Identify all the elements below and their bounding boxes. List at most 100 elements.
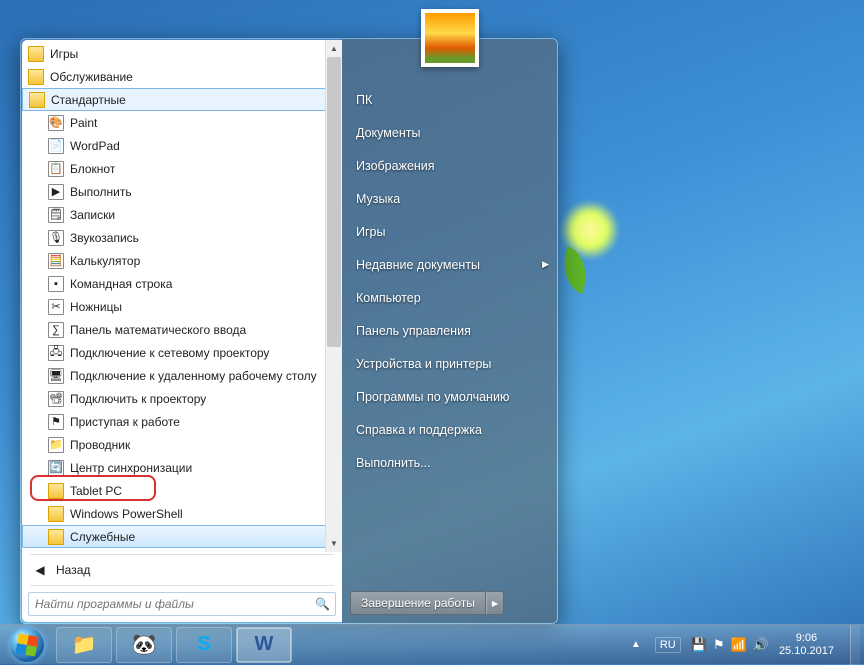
program-label: Подключение к удаленному рабочему столу	[70, 369, 317, 383]
search-input[interactable]	[29, 597, 315, 611]
program-item[interactable]: ▶ Выполнить	[22, 180, 342, 203]
program-label: WordPad	[70, 139, 120, 153]
tray-show-hidden-icon[interactable]: ▲	[627, 637, 645, 652]
program-item[interactable]: 📋 Блокнот	[22, 157, 342, 180]
folder-icon	[48, 552, 64, 553]
app-icon: 🔄	[48, 460, 64, 476]
back-button[interactable]: ◀ Назад	[22, 557, 342, 583]
all-programs-list[interactable]: Игры Обслуживание Стандартные 🎨Paint 📄 WordPa…	[22, 40, 342, 552]
program-item[interactable]: 🗒Записки	[22, 203, 342, 226]
shutdown-options-arrow[interactable]: ▶	[486, 591, 504, 615]
program-label: Звукозапись	[70, 231, 139, 245]
program-label: Приступая к работе	[70, 415, 180, 429]
user-picture-frame[interactable]	[421, 9, 479, 67]
taskbar-explorer[interactable]: 📁	[56, 627, 112, 663]
system-tray: ▲ RU 💾 ⚑ 📶 🔊 9:06 25.10.2017	[627, 625, 864, 665]
right-pane-label: Недавние документы	[356, 258, 480, 272]
flag-icon[interactable]: ⚑	[713, 637, 725, 653]
shutdown-area: Завершение работы ▶	[342, 585, 557, 623]
program-folder[interactable]: Игры	[22, 42, 342, 65]
right-pane-item[interactable]: Панель управления	[342, 314, 557, 347]
user-picture	[425, 13, 475, 63]
program-item[interactable]: 📄 WordPad	[22, 134, 342, 157]
program-label: Стандартные	[51, 93, 126, 107]
program-label: Подключить к проектору	[70, 392, 206, 406]
right-pane-label: Выполнить...	[356, 456, 431, 470]
taskbar-skype[interactable]: S	[176, 627, 232, 663]
program-label: Блокнот	[70, 162, 115, 176]
right-pane-label: Игры	[356, 225, 385, 239]
right-pane-label: Справка и поддержка	[356, 423, 482, 437]
program-item[interactable]: ∑Панель математического ввода	[22, 318, 342, 341]
program-folder[interactable]: Обслуживание	[22, 65, 342, 88]
show-desktop-button[interactable]	[850, 625, 860, 665]
program-label: Центр синхронизации	[70, 461, 192, 475]
program-label: Tablet PC	[70, 484, 122, 498]
program-item[interactable]: 🖥Подключение к удаленному рабочему столу	[22, 364, 342, 387]
right-pane-item[interactable]: Игры	[342, 215, 557, 248]
program-item[interactable]: 📁Проводник	[22, 433, 342, 456]
program-folder[interactable]: Специальные возможности	[22, 548, 342, 552]
folder-icon	[48, 483, 64, 499]
start-button[interactable]	[4, 628, 50, 662]
taskbar-word[interactable]: W	[236, 627, 292, 663]
program-item[interactable]: 🧮Калькулятор	[22, 249, 342, 272]
scroll-thumb[interactable]	[327, 57, 341, 347]
program-item[interactable]: ▪Командная строка	[22, 272, 342, 295]
right-pane-item[interactable]: Программы по умолчанию	[342, 380, 557, 413]
program-label: Подключение к сетевому проектору	[70, 346, 269, 360]
program-item[interactable]: 🎙Звукозапись	[22, 226, 342, 249]
app-icon: 📋	[48, 161, 64, 177]
right-pane-item[interactable]: Документы	[342, 116, 557, 149]
program-item[interactable]: ✂Ножницы	[22, 295, 342, 318]
right-pane-label: Компьютер	[356, 291, 421, 305]
program-item[interactable]: 📽 Подключить к проектору	[22, 387, 342, 410]
shutdown-button[interactable]: Завершение работы	[350, 591, 486, 615]
scroll-down-arrow[interactable]: ▼	[326, 535, 342, 552]
program-item[interactable]: ⚑Приступая к работе	[22, 410, 342, 433]
search-box[interactable]: 🔍	[28, 592, 336, 616]
program-label: Командная строка	[70, 277, 172, 291]
app-icon: ✂	[48, 299, 64, 315]
program-label: Выполнить	[70, 185, 132, 199]
program-item[interactable]: 🎨Paint	[22, 111, 342, 134]
clock-date: 25.10.2017	[779, 645, 834, 658]
right-pane-item[interactable]: Справка и поддержка	[342, 413, 557, 446]
app-icon: 🧮	[48, 253, 64, 269]
program-item[interactable]: 🖧Подключение к сетевому проектору	[22, 341, 342, 364]
folder-icon	[48, 529, 64, 545]
app-icon: 📄	[48, 138, 64, 154]
app-icon: 📽	[48, 391, 64, 407]
right-pane-item[interactable]: Изображения	[342, 149, 557, 182]
app-icon: 📁	[48, 437, 64, 453]
right-pane-item[interactable]: ПК	[342, 83, 557, 116]
network-icon[interactable]: 📶	[731, 637, 747, 653]
scroll-up-arrow[interactable]: ▲	[326, 40, 342, 57]
volume-icon[interactable]: 🔊	[753, 637, 769, 653]
taskbar-pinned-items: 📁 🐼 S W	[56, 627, 292, 663]
folder-icon	[29, 92, 45, 108]
right-pane-item[interactable]: Устройства и принтеры	[342, 347, 557, 380]
program-item[interactable]: 🔄 Центр синхронизации	[22, 456, 342, 479]
clock[interactable]: 9:06 25.10.2017	[779, 632, 840, 657]
right-pane-item[interactable]: Компьютер	[342, 281, 557, 314]
tray-icon[interactable]: 💾	[691, 637, 707, 653]
program-folder[interactable]: Служебные	[22, 525, 342, 548]
right-pane-item[interactable]: Недавние документы ▶	[342, 248, 557, 281]
program-folder[interactable]: Windows PowerShell	[22, 502, 342, 525]
programs-scrollbar[interactable]: ▲ ▼	[325, 40, 342, 552]
start-menu-right-pane: ПКДокументыИзображенияМузыка Игры Недавние…	[342, 39, 557, 623]
program-folder[interactable]: Стандартные	[22, 88, 342, 111]
clock-time: 9:06	[779, 632, 834, 645]
program-label: Игры	[50, 47, 78, 61]
app-icon: ▶	[48, 184, 64, 200]
program-label: Панель математического ввода	[70, 323, 246, 337]
right-pane-item[interactable]: Музыка	[342, 182, 557, 215]
program-label: Служебные	[70, 530, 135, 544]
language-indicator[interactable]: RU	[655, 637, 681, 653]
taskbar-app-panda[interactable]: 🐼	[116, 627, 172, 663]
right-pane-item[interactable]: Выполнить...	[342, 446, 557, 479]
divider	[30, 585, 334, 586]
submenu-arrow-icon: ▶	[542, 259, 549, 270]
program-folder[interactable]: Tablet PC	[22, 479, 342, 502]
